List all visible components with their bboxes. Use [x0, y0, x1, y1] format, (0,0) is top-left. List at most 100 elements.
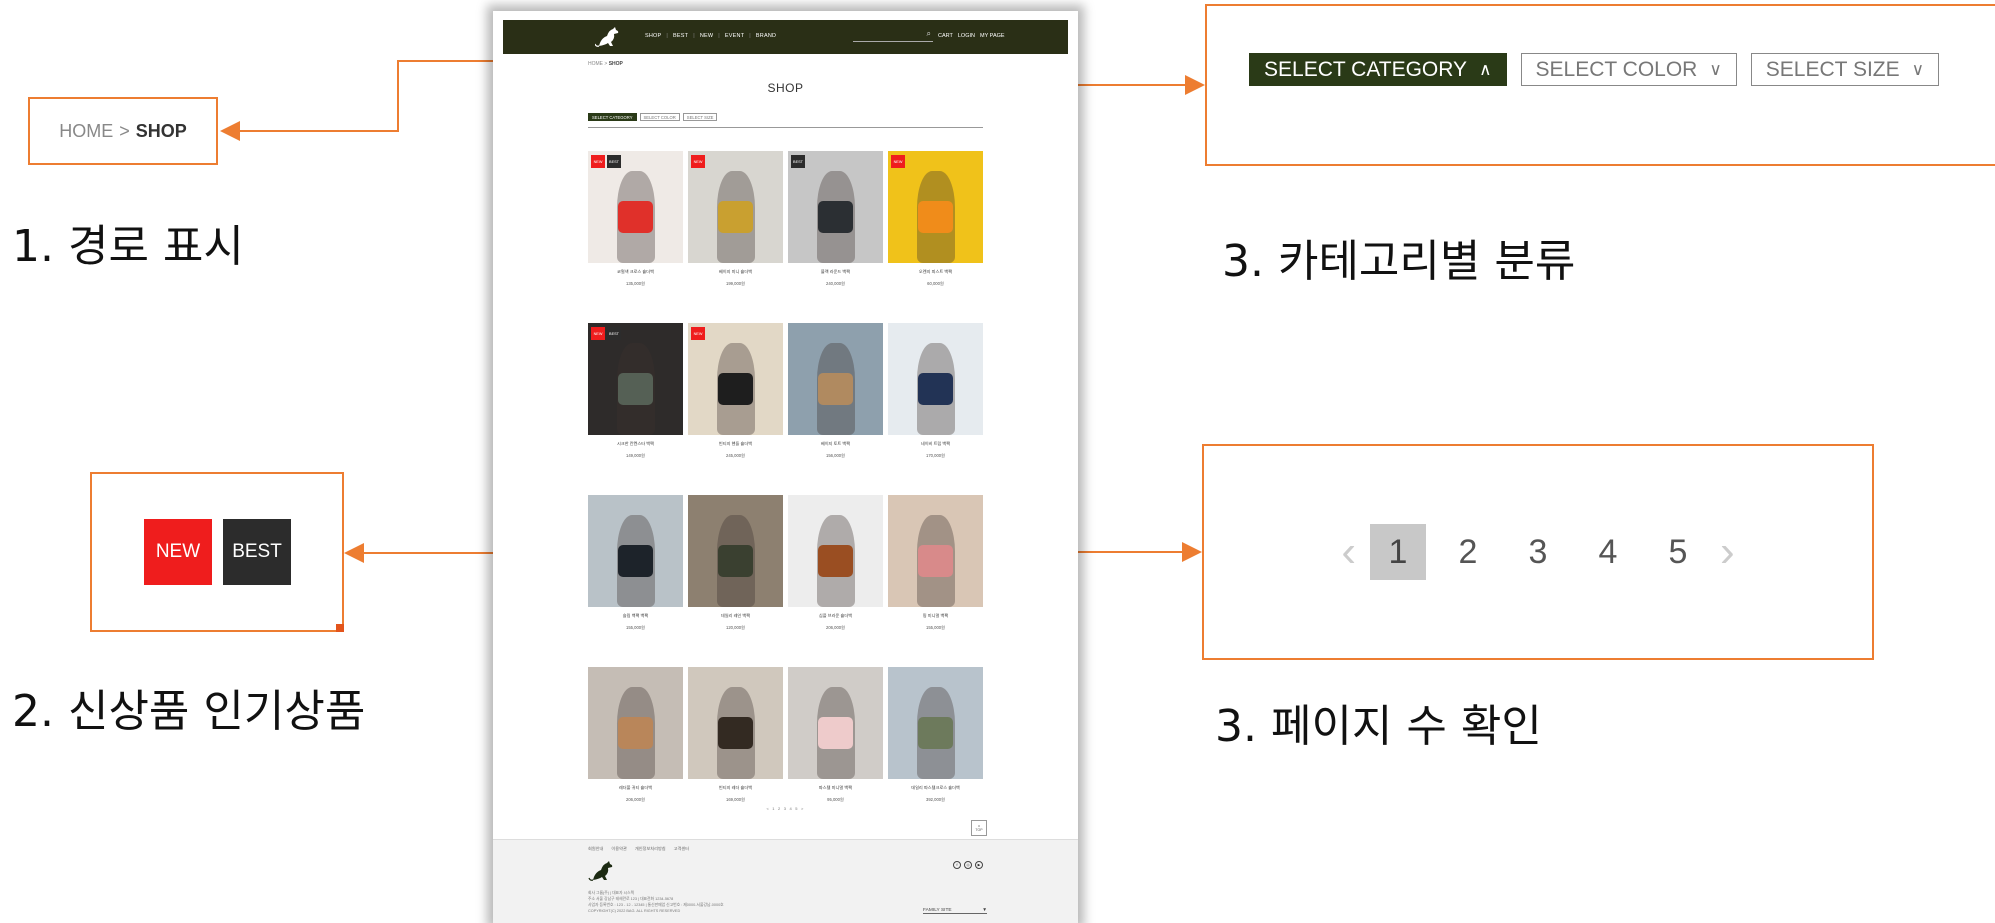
login-link[interactable]: LOGIN: [958, 33, 975, 39]
product-bag-shape: [918, 201, 953, 233]
product-price: 155,000원: [926, 625, 945, 630]
youtube-icon[interactable]: ▶: [975, 861, 983, 869]
product-name[interactable]: 파스텔 미니멀 백팩: [788, 785, 883, 791]
product-name[interactable]: 베이지 미니 숄더백: [688, 269, 783, 275]
product-image[interactable]: [688, 495, 783, 607]
instagram-icon[interactable]: ◎: [964, 861, 972, 869]
product-name[interactable]: 코럴색 크로스 숄더백: [588, 269, 683, 275]
nav-divider: |: [718, 33, 720, 39]
product-bag-shape: [818, 201, 853, 233]
product-card[interactable]: BEST 블랙 라운드 백팩 240,000원: [788, 151, 883, 323]
product-image[interactable]: BEST: [788, 151, 883, 263]
product-name[interactable]: 데일리 레인 백팩: [688, 613, 783, 619]
nav-best[interactable]: BEST: [673, 33, 688, 39]
product-image[interactable]: [888, 323, 983, 435]
pagination[interactable]: < 1 2 3 4 5 >: [493, 806, 1078, 811]
product-image[interactable]: NEW: [688, 323, 783, 435]
product-name[interactable]: 베이지 토트 백팩: [788, 441, 883, 447]
facebook-icon[interactable]: f: [953, 861, 961, 869]
product-name[interactable]: 레더볼 귀티 숄더백: [588, 785, 683, 791]
filter-bar: SELECT CATEGORY SELECT COLOR SELECT SIZE: [588, 113, 718, 121]
next-page-icon[interactable]: ›: [1720, 527, 1735, 577]
new-badge: NEW: [591, 155, 605, 168]
product-name[interactable]: 네이비 트립 백팩: [888, 441, 983, 447]
nav-event[interactable]: EVENT: [725, 33, 744, 39]
mypage-link[interactable]: MY PAGE: [980, 33, 1005, 39]
product-image[interactable]: [888, 667, 983, 779]
product-name[interactable]: 슬림 백팩 백팩: [588, 613, 683, 619]
product-card[interactable]: 데일리 레인 백팩 120,000원: [688, 495, 783, 667]
select-category-dropdown[interactable]: SELECT CATEGORY ∧: [1249, 53, 1507, 86]
product-image[interactable]: [588, 667, 683, 779]
product-card[interactable]: 심플 브라운 숄더백 206,000원: [788, 495, 883, 667]
page-1[interactable]: 1: [1370, 524, 1426, 580]
kangaroo-logo-icon[interactable]: [595, 26, 623, 48]
product-bag-shape: [818, 717, 853, 749]
product-card[interactable]: 베이지 토트 백팩 156,000원: [788, 323, 883, 495]
select-color-dropdown[interactable]: SELECT COLOR: [639, 113, 680, 121]
product-card[interactable]: NEW 오렌지 피스트 백팩 60,000원: [888, 151, 983, 323]
product-card[interactable]: 핑 미니멀 백팩 155,000원: [888, 495, 983, 667]
product-image[interactable]: NEW BEST: [588, 151, 683, 263]
page-3[interactable]: 3: [1510, 524, 1566, 580]
product-name[interactable]: 오렌지 피스트 백팩: [888, 269, 983, 275]
footer-link[interactable]: 회원안내: [588, 846, 603, 852]
select-size-dropdown[interactable]: SELECT SIZE: [682, 113, 718, 121]
product-card[interactable]: 파스텔 미니멀 백팩 95,000원: [788, 667, 883, 839]
company-info: 회사 그룹(주) | 대표자 시스텍 주소 서울 강남구 테헤란로 123 | …: [588, 890, 724, 914]
product-card[interactable]: 슬림 백팩 백팩 155,000원: [588, 495, 683, 667]
cart-link[interactable]: CART: [938, 33, 953, 39]
product-name[interactable]: 블랙 라운드 백팩: [788, 269, 883, 275]
product-card[interactable]: 네이비 트립 백팩 170,000원: [888, 323, 983, 495]
breadcrumb: HOME > SHOP: [588, 61, 623, 67]
select-category-dropdown[interactable]: SELECT CATEGORY: [588, 113, 637, 121]
search-icon[interactable]: ⌕: [927, 29, 931, 39]
footer-link[interactable]: 개인정보처리방침: [635, 846, 666, 852]
product-image[interactable]: [788, 495, 883, 607]
nav-new[interactable]: NEW: [700, 33, 713, 39]
nav-shop[interactable]: SHOP: [645, 33, 661, 39]
product-name[interactable]: 핑 미니멀 백팩: [888, 613, 983, 619]
search-input[interactable]: ⌕: [853, 28, 933, 42]
breadcrumb-home[interactable]: HOME: [59, 121, 113, 142]
product-bag-shape: [718, 201, 753, 233]
page-4[interactable]: 4: [1580, 524, 1636, 580]
product-card[interactable]: NEW BEST 코럴색 크로스 숄더백 135,000원: [588, 151, 683, 323]
page-2[interactable]: 2: [1440, 524, 1496, 580]
top-label: TOP: [975, 828, 983, 832]
product-price: 120,000원: [726, 625, 745, 630]
product-image[interactable]: NEW: [888, 151, 983, 263]
chevron-down-icon: ∨: [1911, 59, 1925, 79]
select-color-dropdown[interactable]: SELECT COLOR ∨: [1520, 53, 1737, 86]
product-image[interactable]: [888, 495, 983, 607]
product-name[interactable]: 데일리 파스텔크로스 숄더백: [888, 785, 983, 791]
back-to-top-button[interactable]: ∧ TOP: [971, 820, 987, 836]
product-image[interactable]: NEW BEST: [588, 323, 683, 435]
family-site-select[interactable]: FAMILY SITE ▼: [923, 908, 987, 914]
footer-link[interactable]: 이용약관: [611, 846, 626, 852]
product-card[interactable]: NEW 베이지 미니 숄더백 199,000원: [688, 151, 783, 323]
breadcrumb-zoom: HOME > SHOP: [28, 97, 218, 165]
breadcrumb-home[interactable]: HOME: [588, 61, 603, 67]
nav-brand[interactable]: BRAND: [756, 33, 776, 39]
product-grid: NEW BEST 코럴색 크로스 숄더백 135,000원 NEW 베이지 미니 숄더백 1…: [588, 151, 983, 839]
product-name[interactable]: 심플 브라운 숄더백: [788, 613, 883, 619]
select-size-dropdown[interactable]: SELECT SIZE ∨: [1750, 53, 1940, 86]
product-name[interactable]: 빈티지 핸들 숄더백: [688, 441, 783, 447]
page-5[interactable]: 5: [1650, 524, 1706, 580]
product-name[interactable]: 시크한 칸켄스타 백팩: [588, 441, 683, 447]
product-card[interactable]: 빈티지 레더 숄더백 169,000원: [688, 667, 783, 839]
product-card[interactable]: NEW 빈티지 핸들 숄더백 245,000원: [688, 323, 783, 495]
prev-page-icon[interactable]: ‹: [1341, 527, 1356, 577]
product-card[interactable]: 레더볼 귀티 숄더백 206,000원: [588, 667, 683, 839]
product-card[interactable]: 데일리 파스텔크로스 숄더백 392,000원: [888, 667, 983, 839]
product-image[interactable]: [788, 667, 883, 779]
footer-link[interactable]: 고객센터: [674, 846, 689, 852]
product-bag-shape: [718, 545, 753, 577]
product-image[interactable]: NEW: [688, 151, 783, 263]
product-name[interactable]: 빈티지 레더 숄더백: [688, 785, 783, 791]
product-image[interactable]: [588, 495, 683, 607]
product-card[interactable]: NEW BEST 시크한 칸켄스타 백팩 149,000원: [588, 323, 683, 495]
product-image[interactable]: [788, 323, 883, 435]
product-image[interactable]: [688, 667, 783, 779]
